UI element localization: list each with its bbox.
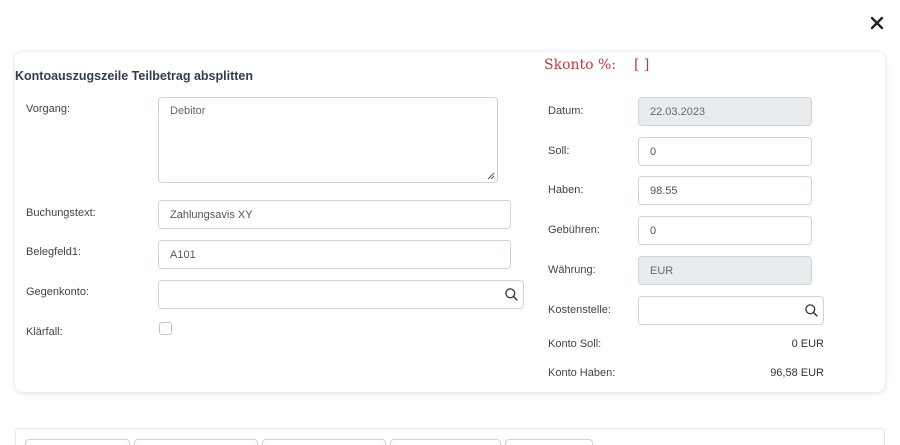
kostenstelle-input[interactable]: [638, 296, 824, 325]
tab-4[interactable]: [390, 439, 501, 445]
soll-label: Soll:: [548, 145, 570, 157]
haben-input[interactable]: 98.55: [638, 176, 812, 205]
vorgang-label: Vorgang:: [26, 103, 71, 115]
klaerfall-checkbox[interactable]: [159, 322, 172, 335]
buchungstext-value: Zahlungsavis XY: [170, 208, 253, 221]
close-icon: [870, 16, 884, 30]
dialog-title: Kontoauszugszeile Teilbetrag absplitten: [15, 69, 253, 83]
skonto-value: [ ]: [634, 57, 650, 73]
konto-soll-value: 0 EUR: [791, 338, 824, 350]
soll-input[interactable]: 0: [638, 137, 812, 166]
resize-grip-icon[interactable]: [487, 172, 495, 180]
gebuehren-label: Gebühren:: [548, 224, 600, 236]
skonto-label: Skonto %:: [544, 57, 617, 73]
konto-haben-value: 96,58 EUR: [770, 367, 824, 379]
gebuehren-input[interactable]: 0: [638, 216, 812, 245]
buchungstext-label: Buchungstext:: [26, 207, 96, 219]
belegfeld1-value: A101: [170, 248, 196, 261]
datum-label: Datum:: [548, 105, 584, 117]
konto-soll-label: Konto Soll:: [548, 338, 602, 350]
search-icon[interactable]: [804, 303, 819, 318]
search-icon[interactable]: [504, 287, 519, 302]
konto-haben-label: Konto Haben:: [548, 367, 616, 379]
gegenkonto-input[interactable]: [158, 280, 524, 309]
gebuehren-value: 0: [650, 224, 657, 237]
haben-value: 98.55: [650, 184, 678, 197]
tab-1[interactable]: [25, 439, 130, 445]
haben-label: Haben:: [548, 184, 584, 196]
vorgang-placeholder: Debitor: [170, 105, 206, 117]
datum-input: 22.03.2023: [638, 97, 812, 126]
vorgang-textarea[interactable]: Debitor: [158, 97, 498, 183]
waehrung-label: Währung:: [548, 264, 596, 276]
buchungstext-input[interactable]: Zahlungsavis XY: [158, 200, 511, 229]
gegenkonto-label: Gegenkonto:: [26, 286, 89, 298]
belegfeld1-label: Belegfeld1:: [26, 246, 82, 258]
tab-3[interactable]: [262, 439, 386, 445]
waehrung-value: EUR: [650, 264, 674, 277]
tab-2[interactable]: [134, 439, 258, 445]
klaerfall-label: Klärfall:: [26, 326, 63, 338]
soll-value: 0: [650, 145, 657, 158]
close-button[interactable]: [866, 12, 888, 34]
datum-value: 22.03.2023: [650, 105, 706, 118]
kostenstelle-label: Kostenstelle:: [548, 304, 611, 316]
tab-5[interactable]: [505, 439, 593, 445]
belegfeld1-input[interactable]: A101: [158, 240, 511, 269]
waehrung-input: EUR: [638, 256, 812, 285]
